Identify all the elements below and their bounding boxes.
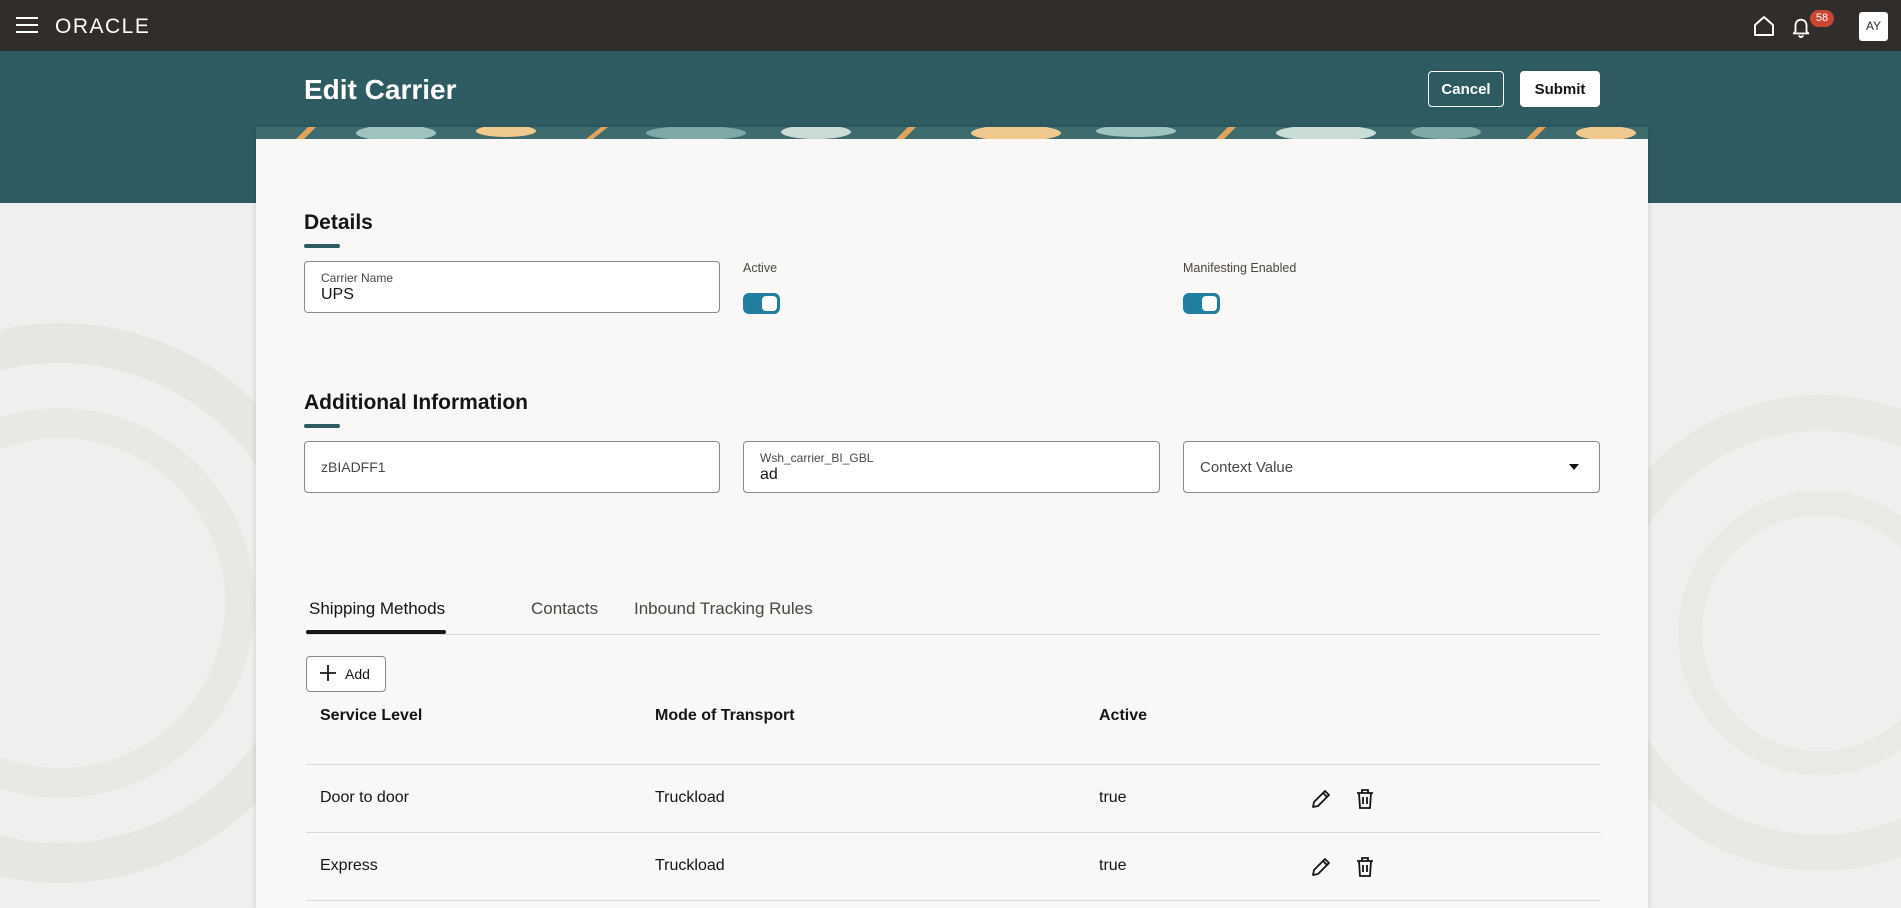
notification-count-badge: 58 [1810,10,1834,27]
active-cell: true [1099,857,1127,874]
edit-pencil-icon[interactable] [1309,787,1333,811]
column-header-mode-of-transport: Mode of Transport [655,707,795,724]
active-cell: true [1099,789,1127,806]
hamburger-menu-icon[interactable] [16,17,38,34]
manifesting-enabled-toggle[interactable] [1183,293,1220,314]
top-navigation-bar: ORACLE 58 AY [0,0,1901,51]
carrier-name-field[interactable]: Carrier Name UPS [304,261,720,313]
service-level-cell: Door to door [320,789,409,806]
edit-carrier-card: Details Carrier Name UPS Active Manifest… [256,127,1648,908]
tab-inbound-tracking-rules[interactable]: Inbound Tracking Rules [634,597,813,635]
home-icon[interactable] [1752,14,1776,38]
active-toggle[interactable] [743,293,780,314]
tab-contacts[interactable]: Contacts [531,597,598,635]
chevron-down-icon [1569,464,1579,470]
carrier-name-label: Carrier Name [321,271,394,285]
tab-divider [306,634,1601,635]
add-shipping-method-button[interactable]: Add [306,656,386,692]
zbiadff1-placeholder: zBIADFF1 [321,459,386,475]
details-section-title: Details [304,211,373,234]
details-title-underline [304,244,340,248]
column-header-service-level: Service Level [320,707,423,724]
active-toggle-knob [762,296,777,311]
mode-of-transport-cell: Truckload [655,789,725,806]
carrier-name-value: UPS [321,286,354,303]
zbiadff1-field[interactable]: zBIADFF1 [304,441,720,493]
active-toggle-label: Active [743,261,778,275]
context-value-placeholder: Context Value [1200,459,1294,476]
page-title: Edit Carrier [304,74,457,105]
table-row[interactable]: Door to door Truckload true [306,764,1601,832]
additional-title-underline [304,424,340,428]
table-row[interactable]: Express Truckload true [306,832,1601,900]
table-row-divider [306,900,1601,908]
delete-trash-icon[interactable] [1353,855,1377,879]
wsh-carrier-value: ad [760,466,778,483]
notifications-button[interactable]: 58 [1790,10,1834,40]
user-avatar[interactable]: AY [1859,12,1888,41]
add-button-label: Add [345,666,370,682]
service-level-cell: Express [320,857,378,874]
edit-pencil-icon[interactable] [1309,855,1333,879]
manifesting-toggle-knob [1202,296,1217,311]
manifesting-enabled-label: Manifesting Enabled [1183,261,1297,275]
submit-button[interactable]: Submit [1520,71,1600,107]
cancel-button[interactable]: Cancel [1428,71,1504,107]
plus-icon [320,665,336,681]
oracle-logo[interactable]: ORACLE [55,15,150,39]
wsh-carrier-field[interactable]: Wsh_carrier_BI_GBL ad [743,441,1160,493]
delete-trash-icon[interactable] [1353,787,1377,811]
card-banner-decoration [256,127,1648,139]
bell-icon [1792,18,1810,38]
additional-information-title: Additional Information [304,391,528,414]
wsh-carrier-label: Wsh_carrier_BI_GBL [760,451,874,465]
column-header-active: Active [1099,707,1148,724]
mode-of-transport-cell: Truckload [655,857,725,874]
context-value-select[interactable]: Context Value [1183,441,1600,493]
